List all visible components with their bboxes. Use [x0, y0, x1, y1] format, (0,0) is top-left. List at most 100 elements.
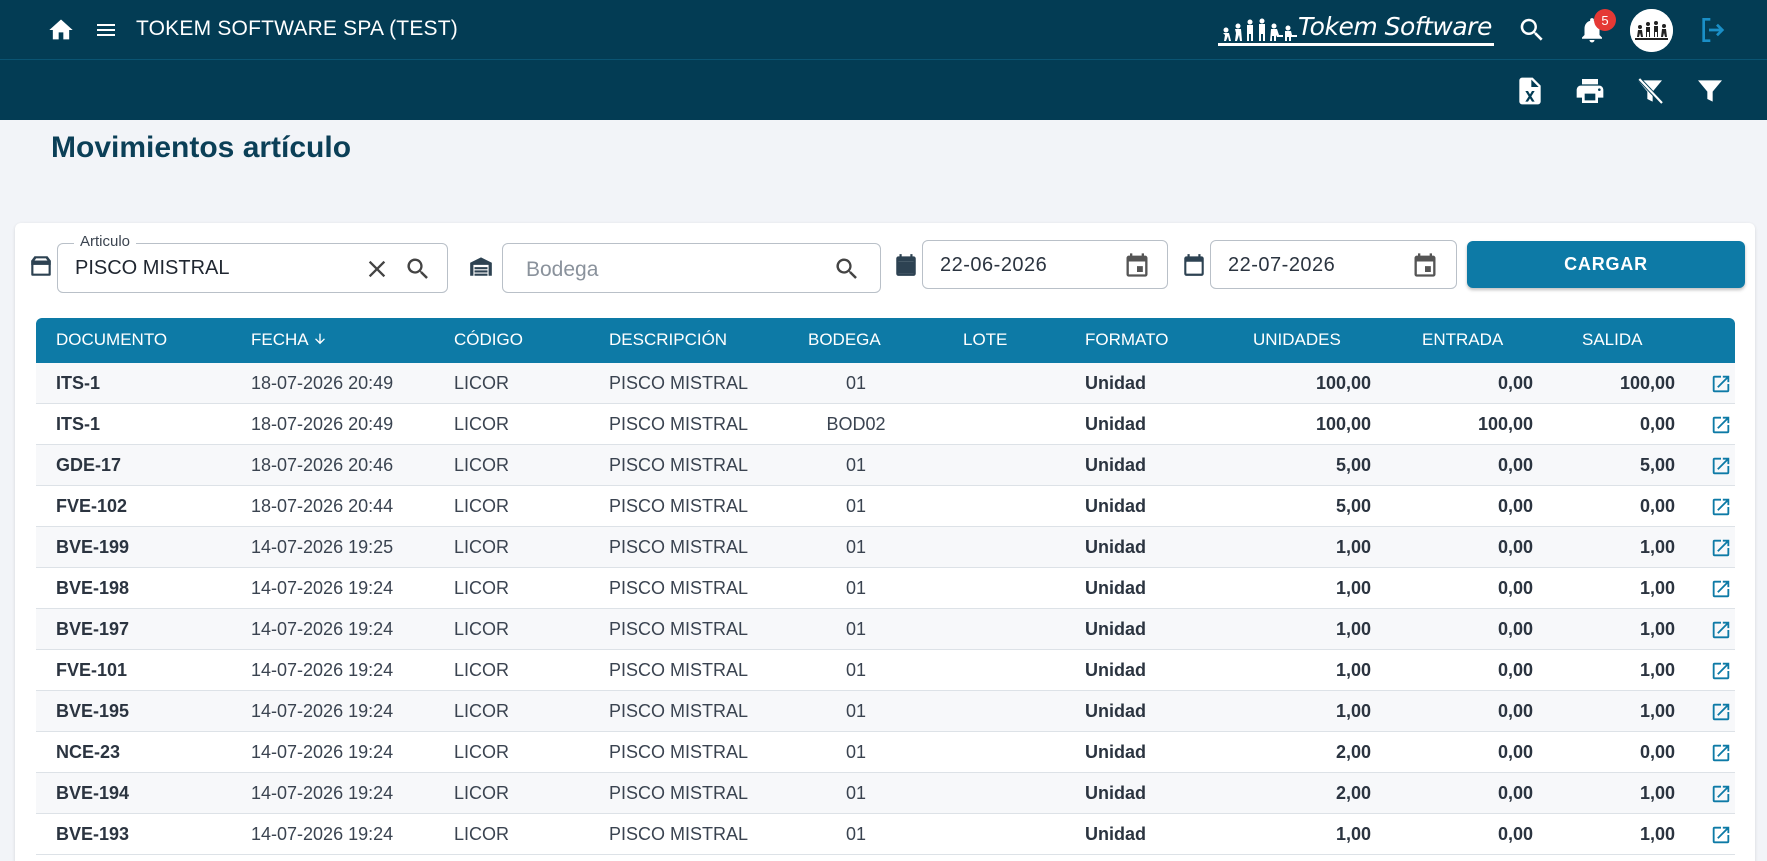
table-row[interactable]: NCE-23 14-07-2026 19:24 LICOR PISCO MIST… — [36, 732, 1735, 773]
cell-bodega: 01 — [845, 578, 867, 598]
date-picker-icon[interactable] — [1411, 251, 1439, 279]
clear-filter-icon[interactable] — [1634, 75, 1666, 107]
cell-fecha: 14-07-2026 19:25 — [251, 537, 394, 557]
open-external-icon[interactable] — [1710, 701, 1732, 723]
col-formato[interactable]: FORMATO — [1085, 330, 1168, 350]
table-row[interactable]: BVE-198 14-07-2026 19:24 LICOR PISCO MIS… — [36, 568, 1735, 609]
open-external-icon[interactable] — [1710, 496, 1732, 518]
col-salida[interactable]: SALIDA — [1582, 330, 1642, 350]
open-external-icon[interactable] — [1710, 824, 1732, 846]
col-bodega[interactable]: BODEGA — [808, 330, 881, 350]
logout-icon[interactable] — [1697, 14, 1729, 46]
cell-entrada: 0,00 — [1497, 783, 1533, 803]
table-row[interactable]: FVE-101 14-07-2026 19:24 LICOR PISCO MIS… — [36, 650, 1735, 691]
calendar-icon — [896, 254, 916, 276]
cell-formato: Unidad — [1085, 660, 1146, 680]
cargar-button[interactable]: CARGAR — [1467, 241, 1745, 288]
articulo-search-icon[interactable] — [404, 255, 432, 283]
cell-descripcion: PISCO MISTRAL — [609, 824, 749, 844]
cell-documento: ITS-1 — [56, 373, 101, 393]
cell-bodega: 01 — [845, 824, 867, 844]
cell-codigo: LICOR — [454, 701, 510, 721]
table-body: ITS-1 18-07-2026 20:49 LICOR PISCO MISTR… — [36, 363, 1735, 855]
cell-codigo: LICOR — [454, 619, 510, 639]
clear-icon[interactable] — [363, 255, 391, 283]
home-icon[interactable] — [47, 16, 75, 44]
cell-entrada: 0,00 — [1497, 701, 1533, 721]
brand-name: Tokem Software — [1298, 12, 1492, 41]
open-external-icon[interactable] — [1710, 619, 1732, 641]
date-picker-icon[interactable] — [1123, 251, 1151, 279]
cell-formato: Unidad — [1085, 701, 1146, 721]
col-unidades[interactable]: UNIDADES — [1253, 330, 1341, 350]
cell-entrada: 100,00 — [1477, 414, 1533, 434]
cell-salida: 1,00 — [1639, 824, 1675, 844]
cell-documento: BVE-199 — [56, 537, 130, 557]
open-external-icon[interactable] — [1710, 783, 1732, 805]
col-lote[interactable]: LOTE — [963, 330, 1007, 350]
cell-salida: 0,00 — [1639, 496, 1675, 516]
fecha-hasta-field[interactable]: 22-07-2026 — [1210, 240, 1457, 289]
open-external-icon[interactable] — [1710, 578, 1732, 600]
table-row[interactable]: FVE-102 18-07-2026 20:44 LICOR PISCO MIS… — [36, 486, 1735, 527]
cell-formato: Unidad — [1085, 619, 1146, 639]
cell-unidades: 100,00 — [1315, 414, 1371, 434]
table-row[interactable]: GDE-17 18-07-2026 20:46 LICOR PISCO MIST… — [36, 445, 1735, 486]
open-external-icon[interactable] — [1710, 455, 1732, 477]
open-external-icon[interactable] — [1710, 373, 1732, 395]
cell-formato: Unidad — [1085, 414, 1146, 434]
table-row[interactable]: ITS-1 18-07-2026 20:49 LICOR PISCO MISTR… — [36, 404, 1735, 445]
menu-icon[interactable] — [93, 18, 119, 42]
cell-formato: Unidad — [1085, 783, 1146, 803]
evolution-figures-icon — [1223, 18, 1297, 41]
table-row[interactable]: ITS-1 18-07-2026 20:49 LICOR PISCO MISTR… — [36, 363, 1735, 404]
cell-fecha: 14-07-2026 19:24 — [251, 578, 394, 598]
excel-export-icon[interactable] — [1514, 75, 1546, 107]
cell-unidades: 1,00 — [1335, 660, 1371, 680]
col-descripcion[interactable]: DESCRIPCIÓN — [609, 330, 727, 350]
cell-bodega: 01 — [845, 701, 867, 721]
cell-salida: 1,00 — [1639, 537, 1675, 557]
cell-formato: Unidad — [1085, 373, 1146, 393]
company-name: TOKEM SOFTWARE SPA (TEST) — [136, 17, 458, 40]
cell-entrada: 0,00 — [1497, 455, 1533, 475]
cell-unidades: 1,00 — [1335, 701, 1371, 721]
print-icon[interactable] — [1574, 75, 1606, 107]
cell-entrada: 0,00 — [1497, 824, 1533, 844]
filter-icon[interactable] — [1694, 75, 1726, 107]
table-row[interactable]: BVE-193 14-07-2026 19:24 LICOR PISCO MIS… — [36, 814, 1735, 855]
cell-entrada: 0,00 — [1497, 373, 1533, 393]
search-icon[interactable] — [1517, 15, 1547, 45]
cell-bodega: 01 — [845, 619, 867, 639]
open-external-icon[interactable] — [1710, 742, 1732, 764]
cell-unidades: 1,00 — [1335, 824, 1371, 844]
table-row[interactable]: BVE-194 14-07-2026 19:24 LICOR PISCO MIS… — [36, 773, 1735, 814]
cell-documento: FVE-102 — [56, 496, 128, 516]
open-external-icon[interactable] — [1710, 660, 1732, 682]
fecha-desde-field[interactable]: 22-06-2026 — [922, 240, 1168, 289]
cell-salida: 0,00 — [1639, 414, 1675, 434]
table-row[interactable]: BVE-195 14-07-2026 19:24 LICOR PISCO MIS… — [36, 691, 1735, 732]
table-row[interactable]: BVE-197 14-07-2026 19:24 LICOR PISCO MIS… — [36, 609, 1735, 650]
open-external-icon[interactable] — [1710, 414, 1732, 436]
table-header: DOCUMENTO FECHA CÓDIGO DESCRIPCIÓN BODEG… — [36, 318, 1735, 363]
open-external-icon[interactable] — [1710, 537, 1732, 559]
bodega-search-icon[interactable] — [833, 255, 861, 283]
col-codigo[interactable]: CÓDIGO — [454, 330, 523, 350]
action-toolbar — [0, 60, 1767, 120]
col-fecha[interactable]: FECHA — [251, 330, 328, 350]
articulo-field[interactable]: Articulo PISCO MISTRAL — [57, 233, 448, 293]
table-row[interactable]: BVE-199 14-07-2026 19:25 LICOR PISCO MIS… — [36, 527, 1735, 568]
col-entrada[interactable]: ENTRADA — [1422, 330, 1503, 350]
cell-bodega: 01 — [845, 373, 867, 393]
cell-fecha: 14-07-2026 19:24 — [251, 824, 394, 844]
avatar[interactable] — [1630, 9, 1673, 52]
cell-unidades: 1,00 — [1335, 578, 1371, 598]
brand-logo: Tokem Software — [1218, 12, 1494, 48]
cell-fecha: 14-07-2026 19:24 — [251, 783, 394, 803]
bodega-field[interactable]: Bodega — [502, 243, 881, 293]
cell-bodega: 01 — [845, 537, 867, 557]
cell-fecha: 14-07-2026 19:24 — [251, 660, 394, 680]
cell-codigo: LICOR — [454, 742, 510, 762]
col-documento[interactable]: DOCUMENTO — [56, 330, 167, 350]
